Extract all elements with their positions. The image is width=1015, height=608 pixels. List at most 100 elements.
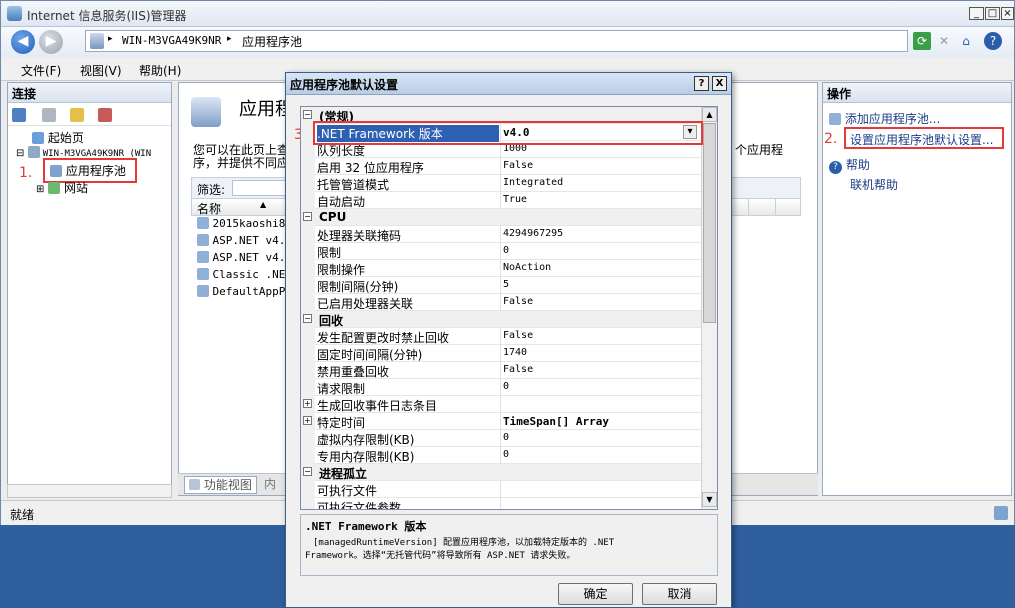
list-item[interactable]: 2015kaoshi80 (197, 217, 292, 230)
home-icon[interactable]: ⌂ (957, 32, 975, 50)
list-item[interactable]: ASP.NET v4.0 (197, 251, 292, 264)
property-row[interactable]: 已启用处理器关联 False (301, 294, 701, 311)
property-row[interactable]: + 特定时间 TimeSpan[] Array (301, 413, 701, 430)
dialog-help-button[interactable]: ? (694, 76, 709, 91)
app-pool-icon (197, 285, 209, 297)
property-value[interactable]: Integrated (503, 177, 563, 188)
refresh-icon[interactable]: ⟳ (913, 32, 931, 50)
property-row[interactable]: 处理器关联掩码 4294967295 (301, 226, 701, 243)
app-pools-large-icon (191, 97, 221, 127)
property-category[interactable]: − 回收 (301, 311, 701, 328)
property-category[interactable]: − 进程孤立 (301, 464, 701, 481)
collapse-icon[interactable]: ⊟ (16, 148, 24, 159)
property-row[interactable]: 可执行文件参数 (301, 498, 701, 509)
tab-feature-view[interactable]: 功能视图 (184, 476, 257, 494)
property-value[interactable]: False (503, 296, 533, 307)
property-row[interactable]: 请求限制 0 (301, 379, 701, 396)
property-category[interactable]: − CPU (301, 209, 701, 226)
property-name: 自动启动 (317, 195, 366, 209)
property-row[interactable]: 发生配置更改时禁止回收 False (301, 328, 701, 345)
help-action[interactable]: ? 帮助 (829, 156, 870, 174)
stop-icon[interactable]: ✕ (935, 32, 953, 50)
scroll-down-icon[interactable]: ▼ (702, 492, 717, 507)
property-row[interactable]: 限制操作 NoAction (301, 260, 701, 277)
vertical-scrollbar[interactable]: ▲ ▼ (701, 107, 717, 509)
help-icon[interactable]: ? (984, 32, 1002, 50)
property-name: 限制间隔(分钟) (317, 280, 399, 294)
row-gutter (301, 430, 315, 447)
property-row[interactable]: 托管管道模式 Integrated (301, 175, 701, 192)
property-value[interactable]: False (503, 160, 533, 171)
maximize-button[interactable]: □ (985, 7, 1000, 20)
set-app-pool-defaults-action[interactable]: 设置应用程序池默认设置... (850, 131, 993, 148)
property-row[interactable]: + 生成回收事件日志条目 (301, 396, 701, 413)
property-value[interactable]: 4294967295 (503, 228, 563, 239)
up-folder-icon[interactable] (70, 108, 84, 122)
add-app-pool-action[interactable]: 添加应用程序池... (829, 110, 940, 127)
list-item[interactable]: Classic .NET (197, 268, 292, 281)
property-row[interactable]: 禁用重叠回收 False (301, 362, 701, 379)
address-bar[interactable]: ▸ WIN-M3VGA49K9NR ▸ 应用程序池 (85, 30, 908, 52)
list-item[interactable]: DefaultAppPo (197, 285, 292, 298)
cancel-button[interactable]: 取消 (642, 583, 717, 605)
delete-connection-icon[interactable] (98, 108, 112, 122)
scroll-up-icon[interactable]: ▲ (702, 107, 717, 122)
column-divider (500, 328, 501, 345)
forward-arrow-icon[interactable]: ▶ (39, 30, 63, 54)
back-arrow-icon[interactable]: ◀ (11, 30, 35, 54)
tab-content-view[interactable]: 内 (260, 476, 280, 494)
collapse-icon[interactable]: − (303, 212, 312, 221)
property-value[interactable]: True (503, 194, 527, 205)
property-value[interactable]: 0 (503, 432, 509, 443)
column-divider (500, 175, 501, 192)
online-help-action[interactable]: 联机帮助 (850, 176, 898, 193)
connections-title: 连接 (8, 83, 171, 103)
ok-button[interactable]: 确定 (558, 583, 633, 605)
sort-arrow-icon: ▲ (260, 200, 267, 209)
property-value[interactable]: 1740 (503, 347, 527, 358)
dialog-close-button[interactable]: X (712, 76, 727, 91)
collapse-icon[interactable]: − (303, 314, 312, 323)
menu-help[interactable]: 帮助(H) (139, 62, 181, 79)
collapse-icon[interactable]: − (303, 467, 312, 476)
property-value[interactable]: False (503, 330, 533, 341)
property-row[interactable]: 可执行文件 (301, 481, 701, 498)
address-server-segment[interactable]: WIN-M3VGA49K9NR (122, 34, 221, 47)
tree-item-start-page[interactable]: 起始页 (32, 129, 84, 146)
property-value[interactable]: False (503, 364, 533, 375)
property-row[interactable]: 限制间隔(分钟) 5 (301, 277, 701, 294)
property-row[interactable]: 固定时间间隔(分钟) 1740 (301, 345, 701, 362)
app-pool-icon (197, 268, 209, 280)
menu-view[interactable]: 视图(V) (80, 62, 122, 79)
minimize-button[interactable]: _ (969, 7, 984, 20)
property-row[interactable]: 专用内存限制(KB) 0 (301, 447, 701, 464)
tree-item-app-pools[interactable]: 应用程序池 (50, 162, 126, 179)
collapse-icon[interactable]: − (303, 110, 312, 119)
horizontal-scrollbar[interactable] (7, 484, 172, 498)
property-row[interactable]: 自动启动 True (301, 192, 701, 209)
expand-icon[interactable]: ⊞ (36, 184, 44, 195)
step-label-1: 1. (19, 165, 33, 181)
property-value[interactable]: 0 (503, 381, 509, 392)
property-row[interactable]: 启用 32 位应用程序 False (301, 158, 701, 175)
actions-panel: 操作 添加应用程序池... 设置应用程序池默认设置... ? 帮助 联机帮助 (822, 82, 1012, 496)
property-row[interactable]: 虚拟内存限制(KB) 0 (301, 430, 701, 447)
property-value[interactable]: NoAction (503, 262, 551, 273)
property-value[interactable]: 0 (503, 245, 509, 256)
connect-icon[interactable] (12, 108, 26, 122)
save-icon[interactable] (42, 108, 56, 122)
menu-file[interactable]: 文件(F) (21, 62, 61, 79)
tree-item-sites[interactable]: ⊞ 网站 (36, 179, 88, 196)
property-value[interactable]: TimeSpan[] Array (503, 415, 609, 428)
help-icon: ? (829, 161, 842, 174)
column-name-header[interactable]: 名称 (197, 200, 221, 217)
scroll-thumb[interactable] (703, 123, 716, 323)
property-value[interactable]: 0 (503, 449, 509, 460)
expand-icon[interactable]: + (303, 399, 312, 408)
property-value[interactable]: 5 (503, 279, 509, 290)
address-pool-segment[interactable]: 应用程序池 (242, 33, 302, 50)
expand-icon[interactable]: + (303, 416, 312, 425)
property-row[interactable]: 限制 0 (301, 243, 701, 260)
list-item[interactable]: ASP.NET v4.0 (197, 234, 292, 247)
close-button[interactable]: × (1001, 7, 1014, 20)
